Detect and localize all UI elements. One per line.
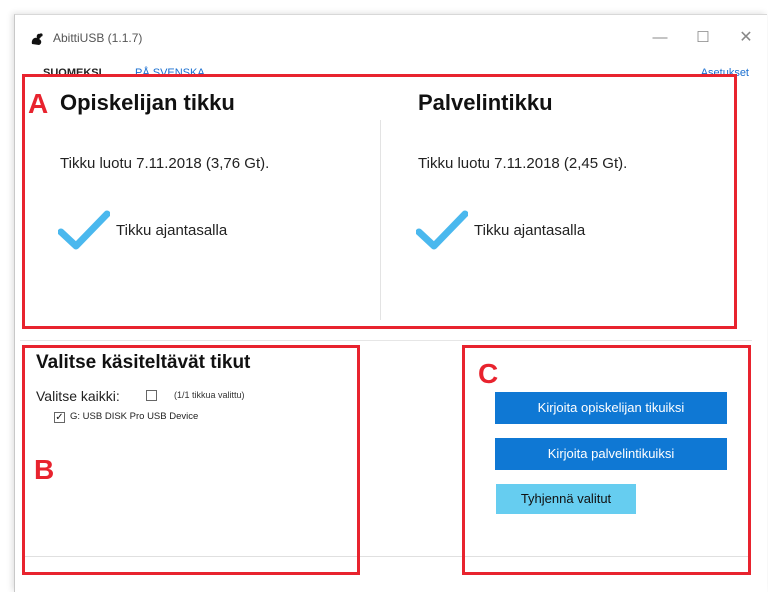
annotation-letter-a: A: [28, 88, 49, 119]
window-title: AbittiUSB (1.1.7): [53, 31, 143, 45]
annotation-letter-b: B: [34, 454, 55, 485]
annotation-box-a: [22, 74, 737, 329]
title-bar[interactable]: AbittiUSB (1.1.7) — ☐ ✕: [15, 15, 767, 59]
horizontal-divider: [20, 340, 752, 341]
squirrel-app-icon: [29, 31, 45, 47]
annotation-letter-c: C: [478, 358, 499, 389]
close-icon[interactable]: ✕: [733, 27, 759, 49]
maximize-icon[interactable]: ☐: [690, 27, 716, 49]
annotation-box-c: [462, 345, 751, 575]
minimize-icon[interactable]: —: [647, 27, 673, 49]
annotation-box-b: [22, 345, 360, 575]
